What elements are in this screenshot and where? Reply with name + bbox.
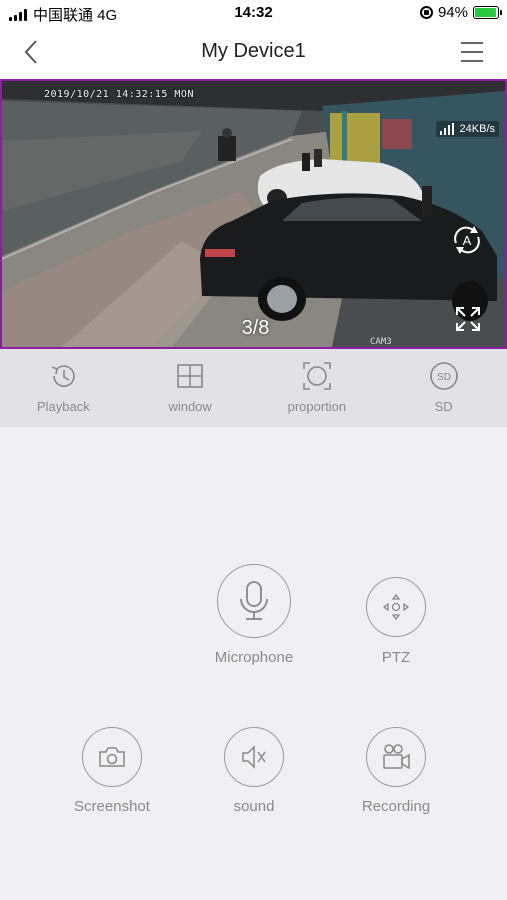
camera-label: CAM3 (370, 337, 392, 347)
microphone-label: Microphone (214, 649, 294, 666)
sd-label: SD (434, 399, 453, 414)
live-video-view[interactable]: 2019/10/21 14:32:15 MON 24KB/s A 3/8 CAM… (0, 79, 507, 349)
battery-percent: 94% (437, 4, 468, 21)
playback-label: Playback (37, 399, 90, 414)
screenshot-button[interactable]: Screenshot (47, 727, 177, 815)
window-button[interactable]: window (127, 349, 254, 427)
sd-card-icon: SD (429, 362, 458, 390)
signal-strength-icon (439, 123, 454, 135)
proportion-label: proportion (287, 399, 347, 414)
bitrate-indicator: 24KB/s (435, 121, 499, 137)
status-bar: 中国联通 4G 14:32 94% (0, 0, 507, 26)
recording-button[interactable]: Recording (331, 727, 461, 815)
proportion-button[interactable]: proportion (254, 349, 381, 427)
svg-text:SD: SD (437, 372, 451, 383)
svg-text:A: A (463, 233, 472, 248)
microphone-circle (217, 564, 291, 638)
window-grid-icon (177, 364, 203, 388)
playback-history-icon (52, 365, 76, 387)
channel-page-indicator: 3/8 (241, 317, 270, 339)
screenshot-circle (82, 727, 142, 787)
status-bar-right: 94% (419, 4, 502, 21)
video-timestamp: 2019/10/21 14:32:15 MON (44, 89, 194, 100)
ptz-circle (366, 577, 426, 637)
orientation-lock-icon (419, 6, 433, 19)
camera-icon (99, 747, 125, 767)
menu-icon[interactable] (459, 39, 485, 65)
recording-circle (366, 727, 426, 787)
screenshot-label: Screenshot (74, 798, 150, 815)
nav-bar: My Device1 (0, 26, 507, 79)
page-title: My Device1 (201, 40, 306, 62)
sound-muted-icon (242, 745, 266, 769)
ptz-label: PTZ (381, 649, 411, 666)
ptz-direction-icon (382, 593, 410, 621)
bitrate-value: 24KB/s (459, 123, 495, 135)
ptz-button[interactable]: PTZ (331, 577, 461, 666)
sd-button[interactable]: SD SD (380, 349, 507, 427)
camera-feed-image (2, 81, 505, 347)
playback-button[interactable]: Playback (0, 349, 127, 427)
video-camera-icon (383, 744, 410, 770)
sound-label: sound (233, 798, 275, 815)
microphone-icon (240, 581, 268, 620)
proportion-icon (303, 362, 331, 390)
auto-rotate-icon[interactable]: A (450, 223, 484, 257)
microphone-button[interactable]: Microphone (189, 564, 319, 666)
sound-button[interactable]: sound (189, 727, 319, 815)
sound-circle (224, 727, 284, 787)
window-label: window (168, 399, 212, 414)
recording-label: Recording (361, 798, 431, 815)
video-toolbar: Playback window proportion SD SD (0, 349, 507, 427)
battery-icon (473, 6, 502, 19)
